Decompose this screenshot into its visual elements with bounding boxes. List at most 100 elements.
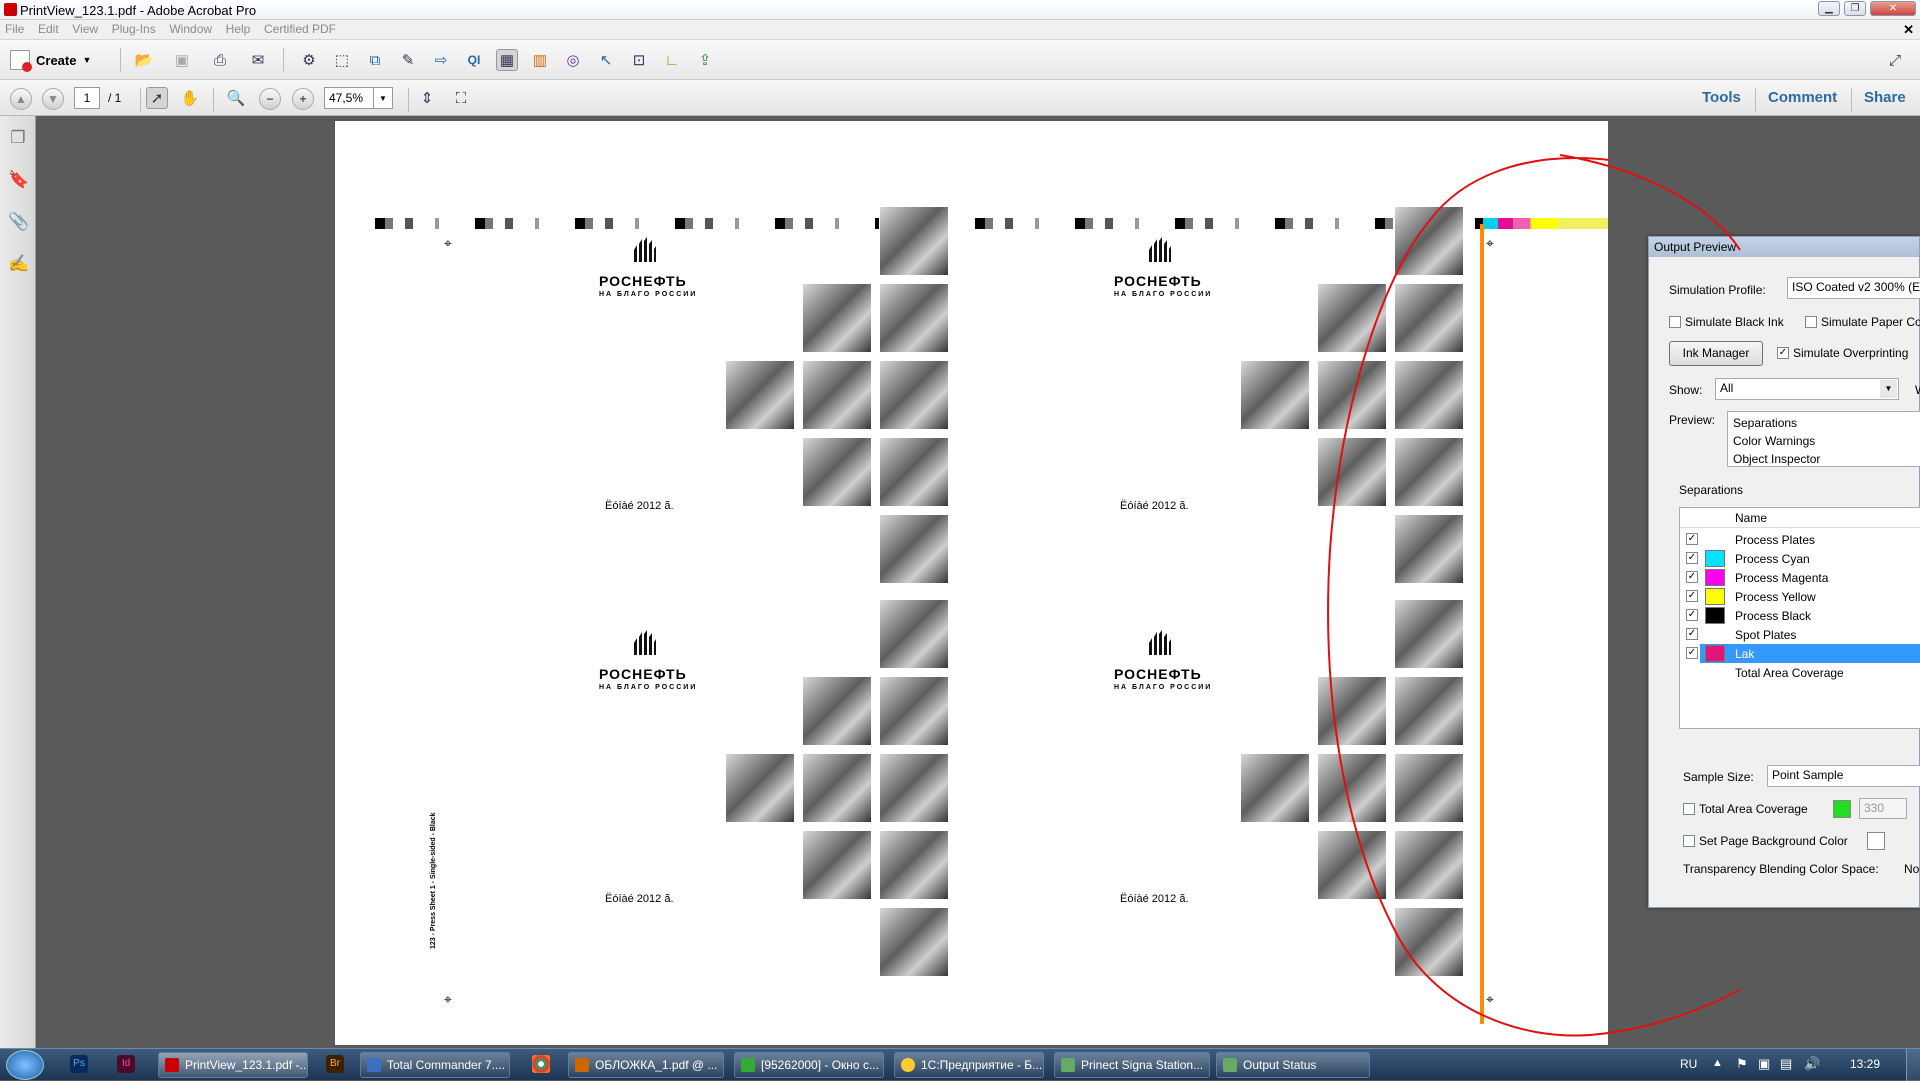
- tray-app-icon[interactable]: ▣: [1758, 1056, 1770, 1072]
- export-icon[interactable]: ⇨: [430, 49, 452, 71]
- menu-edit[interactable]: Edit: [33, 20, 64, 38]
- menu-plug-ins[interactable]: Plug-Ins: [107, 20, 161, 38]
- language-indicator[interactable]: RU: [1680, 1057, 1697, 1071]
- taskbar-item-illustrator[interactable]: ОБЛОЖКА_1.pdf @ ...: [568, 1052, 724, 1078]
- share-link[interactable]: Share: [1864, 89, 1906, 106]
- coverage-value-input[interactable]: 330: [1859, 798, 1907, 819]
- expand-icon[interactable]: ⤢: [1884, 49, 1906, 71]
- signatures-icon[interactable]: ✍: [8, 254, 29, 274]
- taskbar-item-prinect[interactable]: Prinect Signa Station...: [1054, 1052, 1210, 1078]
- photo-tile: [725, 360, 795, 430]
- save-icon[interactable]: ▣: [171, 49, 193, 71]
- brand-tagline: НА БЛАГО РОССИИ: [599, 291, 698, 298]
- bridge-icon[interactable]: Br: [326, 1055, 344, 1073]
- start-button[interactable]: [6, 1050, 44, 1080]
- photo-tile: [725, 753, 795, 823]
- marquee-zoom-icon[interactable]: 🔍: [225, 87, 247, 109]
- taskbar-item-1c[interactable]: 1С:Предприятие - Б...: [894, 1052, 1044, 1078]
- minimize-button[interactable]: ▁: [1818, 1, 1840, 16]
- taskbar-item-output-status[interactable]: Output Status: [1216, 1052, 1370, 1078]
- clock[interactable]: 13:29: [1850, 1057, 1880, 1071]
- fit-width-icon[interactable]: ⇕: [416, 87, 438, 109]
- red-ellipse-annotation: [1327, 154, 1741, 1037]
- photo-tile: [879, 437, 949, 507]
- touchup-icon[interactable]: ↖: [595, 49, 617, 71]
- fit-page-icon[interactable]: ⛶: [450, 87, 472, 109]
- simulation-profile-select[interactable]: ISO Coated v2 300% (ECI: [1787, 277, 1920, 299]
- zoom-input[interactable]: 47,5%: [324, 87, 374, 109]
- measure-icon[interactable]: ∟: [661, 49, 683, 71]
- edit-object-icon[interactable]: ✎: [397, 49, 419, 71]
- chrome-icon[interactable]: [532, 1055, 550, 1073]
- menu-view[interactable]: View: [67, 20, 103, 38]
- photoshop-icon[interactable]: Ps: [70, 1055, 88, 1073]
- settings-gear-icon[interactable]: ⚙: [298, 49, 320, 71]
- navigation-pane: ❐ 🔖 📎 ✍: [0, 116, 36, 1048]
- next-page-icon[interactable]: ▼: [42, 88, 64, 110]
- create-icon: [10, 50, 32, 72]
- separations-icon[interactable]: ▥: [529, 49, 551, 71]
- restore-button[interactable]: ❐: [1844, 1, 1866, 16]
- flag-icon[interactable]: ⚑: [1736, 1056, 1748, 1072]
- preflight-icon[interactable]: ◎: [562, 49, 584, 71]
- select-tool-icon[interactable]: ➚: [146, 87, 168, 109]
- crop-icon[interactable]: ⧉: [364, 49, 386, 71]
- open-folder-icon[interactable]: 📂: [133, 49, 155, 71]
- taskbar-item-window[interactable]: [95262000] - Окно с...: [734, 1052, 884, 1078]
- menu-file[interactable]: File: [0, 20, 29, 38]
- zoom-tool-icon[interactable]: ⊡: [628, 49, 650, 71]
- chevron-down-icon: ▼: [82, 55, 92, 65]
- attachments-icon[interactable]: 📎: [8, 212, 29, 232]
- sample-size-select[interactable]: Point Sample: [1767, 765, 1920, 787]
- bookmarks-icon[interactable]: 🔖: [8, 170, 29, 190]
- photo-tile: [879, 599, 949, 669]
- page-thumbnails-icon[interactable]: ❐: [8, 128, 28, 148]
- menu-certified-pdf[interactable]: Certified PDF: [259, 20, 341, 38]
- coverage-color-swatch[interactable]: [1833, 800, 1851, 818]
- page-footer-text: Ëóíàé 2012 ã.: [1120, 500, 1189, 512]
- create-button[interactable]: Create ▼: [10, 48, 91, 72]
- zoom-dropdown-icon[interactable]: ▼: [373, 87, 393, 109]
- taskbar-item-total-commander[interactable]: Total Commander 7....: [360, 1052, 510, 1078]
- quite-imposing-icon[interactable]: QI: [463, 49, 485, 71]
- close-button[interactable]: ✕: [1870, 1, 1916, 16]
- previous-page-icon[interactable]: ▲: [10, 88, 32, 110]
- menu-window[interactable]: Window: [164, 20, 217, 38]
- print-icon[interactable]: ⎙: [209, 49, 231, 71]
- select-object-icon[interactable]: ⬚: [331, 49, 353, 71]
- page-number-input[interactable]: 1: [74, 87, 100, 109]
- close-document-icon[interactable]: ✕: [1903, 22, 1914, 38]
- simulate-overprinting-label: Simulate Overprinting: [1793, 346, 1909, 360]
- show-desktop-button[interactable]: [1906, 1049, 1920, 1081]
- show-extra-label: W: [1915, 383, 1920, 397]
- brand-tagline: НА БЛАГО РОССИИ: [1114, 684, 1213, 691]
- page-footer-text: Ëóíàé 2012 ã.: [605, 500, 674, 512]
- photo-tile: [802, 753, 872, 823]
- transparency-blending-value[interactable]: No: [1904, 862, 1919, 876]
- simulate-paper-color-checkbox[interactable]: [1805, 316, 1817, 328]
- comment-link[interactable]: Comment: [1768, 89, 1837, 106]
- simulate-overprinting-checkbox[interactable]: ✓: [1777, 347, 1789, 359]
- zoom-out-icon[interactable]: −: [259, 88, 281, 110]
- hand-tool-icon[interactable]: ✋: [179, 87, 201, 109]
- rosneft-logo-icon: [1145, 236, 1173, 264]
- output-preview-icon[interactable]: ▦: [496, 49, 518, 71]
- tools-link[interactable]: Tools: [1702, 89, 1741, 106]
- title-bar: PrintView_123.1.pdf - Adobe Acrobat Pro …: [0, 0, 1920, 20]
- menu-help[interactable]: Help: [221, 20, 256, 38]
- main-toolbar: Create ▼ 📂 ▣ ⎙ ✉ ⚙ ⬚ ⧉ ✎ ⇨ QI ▦ ▥ ◎ ↖ ⊡ …: [0, 40, 1920, 80]
- photo-tile: [879, 907, 949, 977]
- indesign-icon[interactable]: Id: [117, 1055, 135, 1073]
- email-icon[interactable]: ✉: [247, 49, 269, 71]
- page-total: / 1: [108, 91, 122, 105]
- network-icon[interactable]: ▤: [1780, 1056, 1792, 1072]
- page-background-swatch[interactable]: [1867, 832, 1885, 850]
- zoom-in-icon[interactable]: +: [292, 88, 314, 110]
- photo-tile: [802, 360, 872, 430]
- chevron-down-icon[interactable]: ▼: [1880, 380, 1897, 398]
- volume-icon[interactable]: 🔊: [1804, 1056, 1820, 1072]
- fix-hairlines-icon[interactable]: ⇪: [694, 49, 716, 71]
- show-hidden-icons-icon[interactable]: ▲: [1712, 1057, 1723, 1069]
- menu-bar: File Edit View Plug-Ins Window Help Cert…: [0, 20, 1920, 40]
- taskbar-item-acrobat[interactable]: PrintView_123.1.pdf -...: [158, 1052, 308, 1078]
